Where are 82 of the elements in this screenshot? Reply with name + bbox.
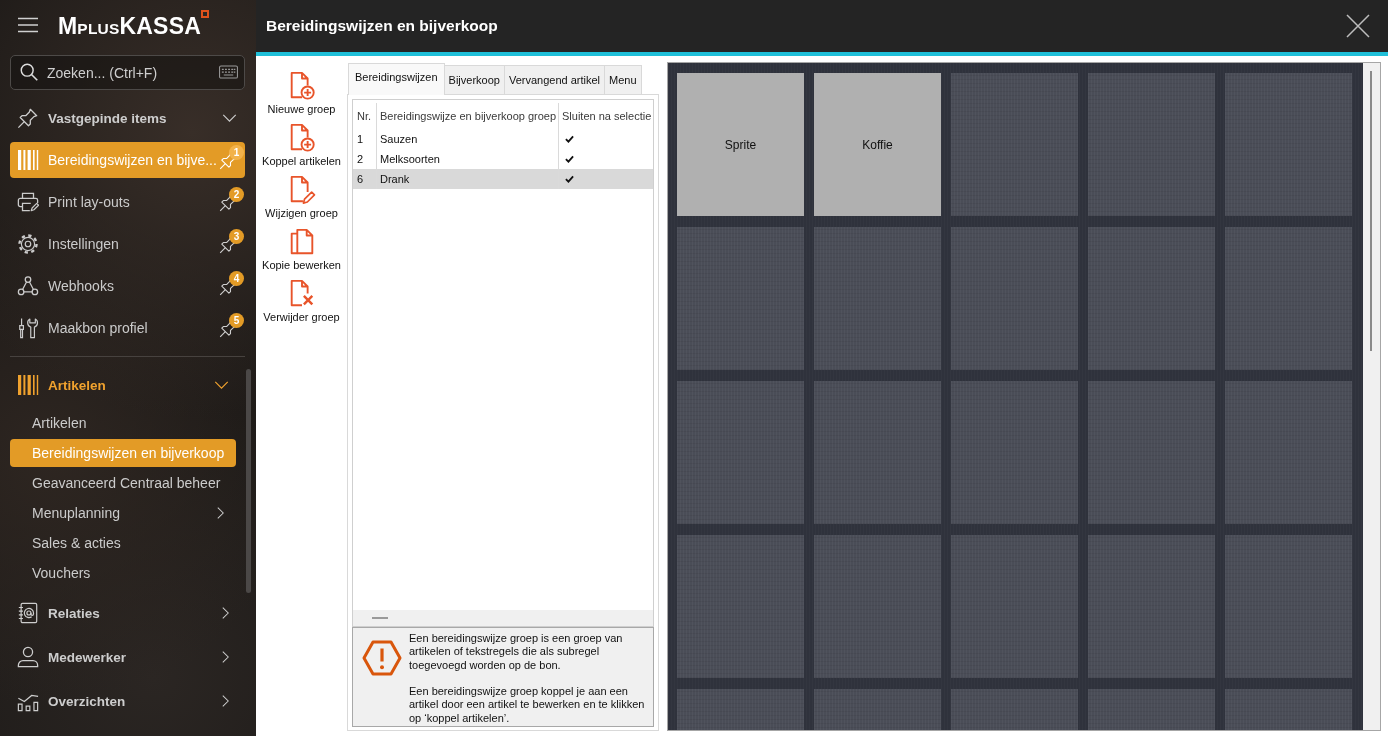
window-title: Bereidingswijzen en bijverkoop xyxy=(266,17,499,35)
table-cell-text: 6 xyxy=(356,172,365,187)
empty-tile[interactable] xyxy=(1088,381,1215,524)
scrollbar-thumb[interactable] xyxy=(246,369,251,593)
search-icon xyxy=(20,63,38,81)
table-cell: Sauzen xyxy=(376,129,558,149)
empty-tile[interactable] xyxy=(1225,227,1352,370)
table-row[interactable]: 6 Drank xyxy=(353,169,653,189)
menu-icon[interactable] xyxy=(18,17,38,33)
empty-tile[interactable] xyxy=(677,535,804,678)
empty-tile[interactable] xyxy=(1225,73,1352,216)
tab[interactable]: Bijverkoop xyxy=(444,65,505,94)
column-header[interactable]: Bereidingswijze en bijverkoop groep xyxy=(376,103,558,129)
empty-tile[interactable] xyxy=(677,381,804,524)
nav-item[interactable]: Vouchers xyxy=(10,559,236,587)
pin-icon xyxy=(17,107,39,129)
scrollbar-thumb[interactable] xyxy=(1370,71,1372,351)
table-cell: Drank xyxy=(376,169,558,189)
nav-item[interactable]: Instellingen 3 xyxy=(10,226,245,262)
search-field[interactable]: Zoeken... (Ctrl+F) xyxy=(10,55,245,90)
count-badge: 1 xyxy=(229,144,244,160)
toolbar-button[interactable]: Kopie bewerken xyxy=(258,222,345,274)
gear-icon xyxy=(17,233,39,255)
tools-icon xyxy=(17,317,39,339)
square-icon xyxy=(201,10,209,18)
close-icon xyxy=(1346,14,1370,38)
empty-tile[interactable] xyxy=(951,73,1078,216)
keyboard-icon[interactable] xyxy=(219,65,238,79)
barcode-icon xyxy=(17,149,39,171)
nav-item[interactable]: Print lay-outs 2 xyxy=(10,184,245,220)
count-badge: 5 xyxy=(229,312,244,328)
connected-circles-icon xyxy=(17,275,39,297)
toolbar-button[interactable]: Verwijder groep xyxy=(258,274,345,326)
product-tile[interactable]: Sprite xyxy=(677,73,804,216)
section-header[interactable]: Vastgepinde items xyxy=(0,97,256,139)
info-paragraph: Een bereidingswijze groep koppel je aan een artikel door een artikel te bewerken en te klikken op ‘koppel artikelen’. xyxy=(409,685,646,726)
section-header[interactable]: Relaties xyxy=(0,591,256,635)
product-tile[interactable]: Koffie xyxy=(814,73,941,216)
empty-tile[interactable] xyxy=(951,535,1078,678)
empty-tile[interactable] xyxy=(814,381,941,524)
tab[interactable]: Bereidingswijzen xyxy=(348,63,445,95)
empty-tile[interactable] xyxy=(1088,535,1215,678)
empty-tile[interactable] xyxy=(1088,227,1215,370)
section-header[interactable]: Overzichten xyxy=(0,679,256,723)
empty-tile[interactable] xyxy=(1225,381,1352,524)
nav-item[interactable]: Artikelen xyxy=(10,409,236,437)
info-paragraph: Een bereidingswijze groep is een groep van artikelen of tekstregels die als subregel toegevoegd worden op de bon. xyxy=(409,632,624,672)
count-badge: 2 xyxy=(229,186,244,202)
empty-tile[interactable] xyxy=(814,227,941,370)
scrollbar[interactable] xyxy=(1363,63,1380,730)
empty-tile[interactable] xyxy=(814,535,941,678)
toolbar-button[interactable]: Koppel artikelen xyxy=(258,118,345,170)
toolbar-button[interactable]: Wijzigen groep xyxy=(258,170,345,222)
tab[interactable]: Vervangend artikel xyxy=(504,65,606,94)
column-header[interactable]: Sluiten na selectie xyxy=(558,103,653,129)
printer-icon xyxy=(17,191,39,213)
chevron-right-icon xyxy=(217,506,224,520)
empty-tile[interactable] xyxy=(677,227,804,370)
tab[interactable]: Menu xyxy=(605,65,642,94)
nav-item[interactable]: Maakbon profiel 5 xyxy=(10,310,245,346)
nav-item[interactable]: Menuplanning xyxy=(10,499,236,527)
nav-item[interactable]: Sales & acties xyxy=(10,529,236,557)
nav-item[interactable]: Geavanceerd Centraal beheer xyxy=(10,469,236,497)
table-cell-text: 2 xyxy=(356,152,365,167)
address-book-icon xyxy=(17,602,39,624)
empty-tile[interactable] xyxy=(951,227,1078,370)
toolbar-button[interactable]: Nieuwe groep xyxy=(258,66,345,118)
empty-tile[interactable] xyxy=(1088,73,1215,216)
column-header[interactable]: Nr. xyxy=(353,103,376,129)
empty-tile[interactable] xyxy=(951,381,1078,524)
warning-icon xyxy=(362,640,402,676)
count-badge: 3 xyxy=(229,228,244,244)
section-header[interactable]: Artikelen xyxy=(0,363,256,407)
table-cell-text: 1 xyxy=(356,132,365,147)
empty-tile[interactable] xyxy=(1225,535,1352,678)
logo-wordmark: MPLUSKASSA xyxy=(58,12,201,40)
barcode-icon xyxy=(17,374,39,396)
section-header[interactable]: Medewerker xyxy=(0,635,256,679)
nav-item[interactable]: Webhooks 4 xyxy=(10,268,245,304)
person-icon xyxy=(17,646,39,668)
table-row[interactable]: 1 Sauzen xyxy=(353,129,653,149)
count-badge: 4 xyxy=(229,270,244,286)
